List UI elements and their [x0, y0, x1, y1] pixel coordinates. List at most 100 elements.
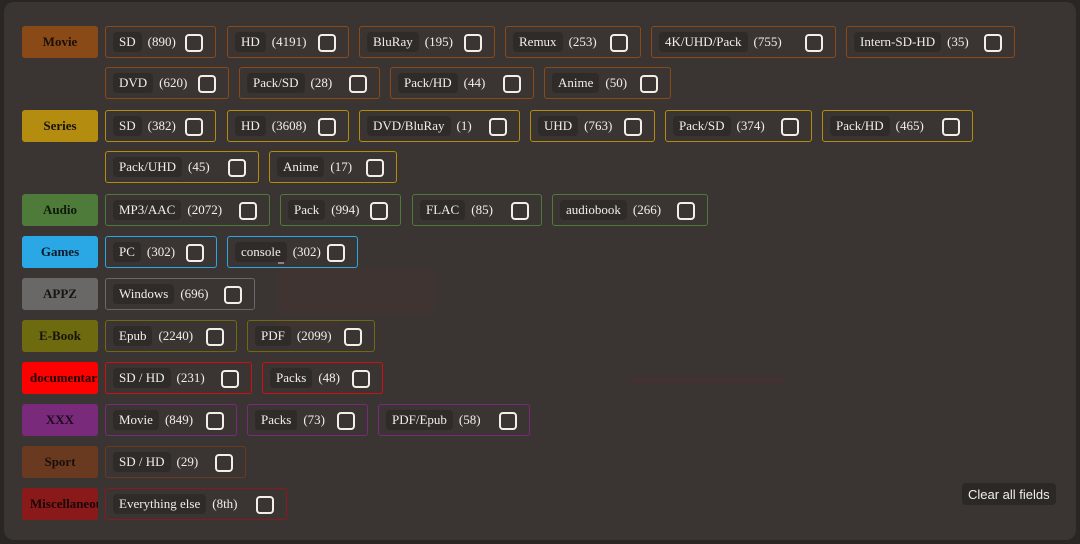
category-button-sport[interactable]: Sport [22, 446, 98, 478]
filter-series-pack-uhd[interactable]: Pack/UHD (45) [105, 151, 259, 183]
filter-count: (50) [605, 75, 628, 90]
filter-documentaries-packs[interactable]: Packs (48) [262, 362, 383, 394]
filter-appz-windows[interactable]: Windows (696) [105, 278, 255, 310]
checkbox[interactable] [186, 244, 204, 262]
filter-count: (8th) [212, 496, 238, 511]
filter-ebook-epub[interactable]: Epub (2240) [105, 320, 237, 352]
filter-label: Movie [113, 410, 159, 430]
filter-label: Pack/HD [830, 116, 890, 136]
filter-movie-hd[interactable]: HD (4191) [227, 26, 349, 58]
checkbox[interactable] [206, 328, 224, 346]
filter-ebook-pdf[interactable]: PDF (2099) [247, 320, 375, 352]
filter-label: PDF/Epub [386, 410, 453, 430]
checkbox[interactable] [198, 75, 216, 93]
filter-movie-pack-hd[interactable]: Pack/HD (44) [390, 67, 534, 99]
filter-sport-sd-hd[interactable]: SD / HD (29) [105, 446, 246, 478]
filter-audio-audiobook[interactable]: audiobook (266) [552, 194, 708, 226]
category-button-audio[interactable]: Audio [22, 194, 98, 226]
filter-label: Epub [113, 326, 153, 346]
filter-label: 4K/UHD/Pack [659, 32, 748, 52]
filter-series-anime[interactable]: Anime (17) [269, 151, 397, 183]
checkbox[interactable] [239, 202, 257, 220]
checkbox[interactable] [215, 454, 233, 472]
checkbox[interactable] [224, 286, 242, 304]
checkbox[interactable] [942, 118, 960, 136]
checkbox[interactable] [337, 412, 355, 430]
filter-series-pack-hd[interactable]: Pack/HD (465) [822, 110, 973, 142]
checkbox[interactable] [624, 118, 642, 136]
filter-label: Windows [113, 284, 175, 304]
filter-movie-dvd[interactable]: DVD (620) [105, 67, 229, 99]
filter-movie-4k-uhd-pack[interactable]: 4K/UHD/Pack (755) [651, 26, 836, 58]
filter-series-hd[interactable]: HD (3608) [227, 110, 349, 142]
checkbox[interactable] [349, 75, 367, 93]
checkbox[interactable] [185, 34, 203, 52]
filter-count: (44) [463, 75, 486, 90]
filter-count: (45) [188, 159, 210, 174]
checkbox[interactable] [610, 34, 628, 52]
filter-count: (763) [584, 118, 613, 133]
filter-movie-anime[interactable]: Anime (50) [544, 67, 671, 99]
filter-count: (73) [303, 412, 326, 427]
category-button-miscellaneous[interactable]: Miscellaneous [22, 488, 98, 520]
checkbox[interactable] [511, 202, 529, 220]
filter-label: PC [113, 242, 141, 262]
checkbox[interactable] [221, 370, 239, 388]
filter-movie-intern-sd-hd[interactable]: Intern-SD-HD (35) [846, 26, 1015, 58]
checkbox[interactable] [318, 118, 336, 136]
filter-documentaries-sd-hd[interactable]: SD / HD (231) [105, 362, 252, 394]
checkbox[interactable] [344, 328, 362, 346]
filter-xxx-movie[interactable]: Movie (849) [105, 404, 237, 436]
checkbox[interactable] [352, 370, 370, 388]
checkbox[interactable] [805, 34, 823, 52]
checkbox[interactable] [677, 202, 695, 220]
checkbox[interactable] [640, 75, 658, 93]
category-button-ebook[interactable]: E-Book [22, 320, 98, 352]
filter-movie-sd[interactable]: SD (890) [105, 26, 216, 58]
checkbox[interactable] [984, 34, 1002, 52]
filter-audio-pack[interactable]: Pack (994) [280, 194, 401, 226]
checkbox[interactable] [256, 496, 274, 514]
filter-series-uhd[interactable]: UHD (763) [530, 110, 655, 142]
filter-label: console [235, 242, 287, 262]
category-button-xxx[interactable]: XXX [22, 404, 98, 436]
category-button-movie[interactable]: Movie [22, 26, 98, 58]
filter-movie-pack-sd[interactable]: Pack/SD (28) [239, 67, 380, 99]
checkbox[interactable] [489, 118, 507, 136]
filter-games-console[interactable]: console (302) [227, 236, 358, 268]
checkbox[interactable] [366, 159, 384, 177]
filter-movie-bluray[interactable]: BluRay (195) [359, 26, 495, 58]
checkbox[interactable] [499, 412, 517, 430]
checkbox[interactable] [206, 412, 224, 430]
filter-label: SD [113, 116, 142, 136]
filter-xxx-packs[interactable]: Packs (73) [247, 404, 368, 436]
category-button-series[interactable]: Series [22, 110, 98, 142]
category-button-documentaries[interactable]: documentaries [22, 362, 98, 394]
checkbox[interactable] [185, 118, 203, 136]
filter-label: SD [113, 32, 142, 52]
filter-count: (2240) [158, 328, 194, 343]
checkbox[interactable] [781, 118, 799, 136]
filter-xxx-pdf-epub[interactable]: PDF/Epub (58) [378, 404, 530, 436]
checkbox[interactable] [464, 34, 482, 52]
filter-misc-everything-else[interactable]: Everything else (8th) [105, 488, 287, 520]
filter-series-dvd-bluray[interactable]: DVD/BluRay (1) [359, 110, 520, 142]
filter-audio-mp3-aac[interactable]: MP3/AAC (2072) [105, 194, 270, 226]
filter-label: BluRay [367, 32, 419, 52]
filter-series-pack-sd[interactable]: Pack/SD (374) [665, 110, 812, 142]
checkbox[interactable] [318, 34, 336, 52]
filter-games-pc[interactable]: PC (302) [105, 236, 217, 268]
filter-label: FLAC [420, 200, 466, 220]
filter-audio-flac[interactable]: FLAC (85) [412, 194, 542, 226]
filter-movie-remux[interactable]: Remux (253) [505, 26, 641, 58]
category-button-appz[interactable]: APPZ [22, 278, 98, 310]
checkbox[interactable] [503, 75, 521, 93]
checkbox[interactable] [370, 202, 388, 220]
background-artifact [630, 378, 784, 383]
checkbox[interactable] [228, 159, 246, 177]
clear-all-fields-button[interactable]: Clear all fields [962, 483, 1056, 505]
category-button-games[interactable]: Games [22, 236, 98, 268]
checkbox[interactable] [327, 244, 345, 262]
filter-label: HD [235, 32, 266, 52]
filter-series-sd[interactable]: SD (382) [105, 110, 216, 142]
